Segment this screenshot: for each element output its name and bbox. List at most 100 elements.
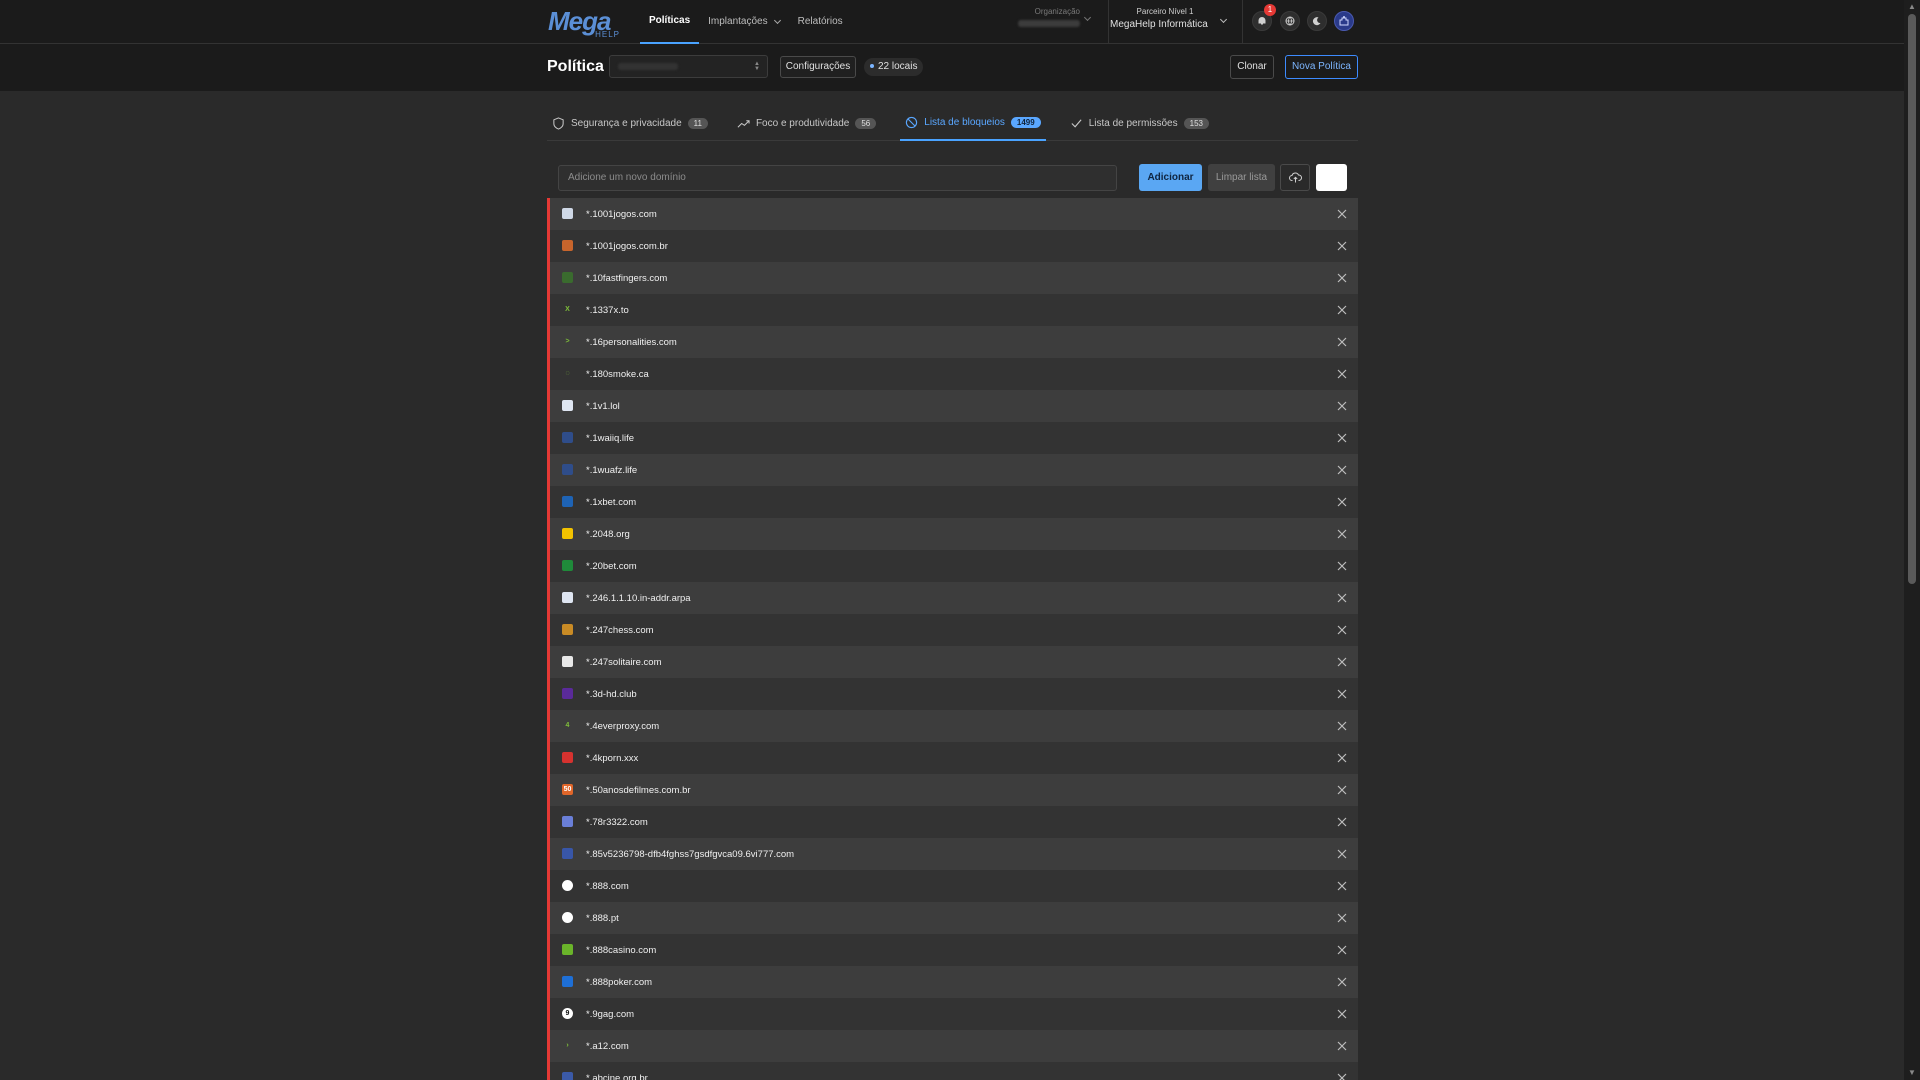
blocklist-row: *.247chess.com: [550, 614, 1358, 646]
tab-lista-permissoes[interactable]: Lista de permissões 153: [1065, 106, 1214, 141]
scroll-up-icon[interactable]: ▲: [1908, 2, 1916, 11]
favicon-icon: ›: [566, 1042, 569, 1049]
blocked-domain: *.1337x.to: [586, 304, 629, 316]
favicon-icon: [562, 496, 573, 507]
configurations-button[interactable]: Configurações: [780, 56, 856, 78]
blocklist-row: *.78r3322.com: [550, 806, 1358, 838]
blocklist-row: *.2048.org: [550, 518, 1358, 550]
remove-domain-icon[interactable]: [1336, 944, 1348, 956]
remove-domain-icon[interactable]: [1336, 720, 1348, 732]
clear-list-button[interactable]: Limpar lista: [1208, 164, 1275, 191]
domain-input[interactable]: Adicione um novo domínio: [558, 165, 1117, 191]
extra-action-button[interactable]: [1316, 164, 1347, 191]
remove-domain-icon[interactable]: [1336, 240, 1348, 252]
tab-seguranca[interactable]: Segurança e privacidade 11: [547, 106, 713, 141]
blocklist-row: > *.16personalities.com: [550, 326, 1358, 358]
remove-domain-icon[interactable]: [1336, 1072, 1348, 1080]
remove-domain-icon[interactable]: [1336, 912, 1348, 924]
nav-implantacoes-label: Implantações: [708, 16, 768, 27]
remove-domain-icon[interactable]: [1336, 432, 1348, 444]
remove-domain-icon[interactable]: [1336, 624, 1348, 636]
blocked-domain: *.3d-hd.club: [586, 688, 637, 700]
scroll-thumb[interactable]: [1908, 14, 1916, 584]
policy-select[interactable]: ▲ ▼: [609, 55, 768, 78]
blocklist-row: *.20bet.com: [550, 550, 1358, 582]
tab-lista-bloqueios[interactable]: Lista de bloqueios 1499: [900, 106, 1046, 141]
remove-domain-icon[interactable]: [1336, 1040, 1348, 1052]
remove-domain-icon[interactable]: [1336, 784, 1348, 796]
remove-domain-icon[interactable]: [1336, 976, 1348, 988]
partner-name: MegaHelp Informática: [1110, 19, 1208, 30]
favicon-icon: [562, 272, 573, 283]
organization-value-redacted: [1018, 20, 1080, 27]
remove-domain-icon[interactable]: [1336, 752, 1348, 764]
blocked-domain: *.10fastfingers.com: [586, 272, 668, 284]
organization-label: Organização: [1034, 7, 1080, 16]
top-navbar: Mega HELP Políticas Implantações Relatór…: [0, 0, 1904, 44]
organization-selector[interactable]: Organização: [1014, 7, 1094, 37]
add-domain-bar: Adicione um novo domínio Adicionar Limpa…: [547, 160, 1358, 197]
blocked-domain: *.1v1.lol: [586, 400, 620, 412]
tab-foco[interactable]: Foco e produtividade 56: [732, 106, 881, 141]
user-avatar[interactable]: [1334, 11, 1354, 31]
language-button[interactable]: [1280, 11, 1300, 31]
nav-implantacoes[interactable]: Implantações: [699, 0, 788, 44]
remove-domain-icon[interactable]: [1336, 688, 1348, 700]
nav-relatorios[interactable]: Relatórios: [789, 0, 852, 44]
blocklist-row: *.888.pt: [550, 902, 1358, 934]
remove-domain-icon[interactable]: [1336, 528, 1348, 540]
favicon-icon: [562, 816, 573, 827]
remove-domain-icon[interactable]: [1336, 272, 1348, 284]
blocklist-row: *.3d-hd.club: [550, 678, 1358, 710]
remove-domain-icon[interactable]: [1336, 1008, 1348, 1020]
clone-button[interactable]: Clonar: [1230, 55, 1274, 79]
page-scrollbar[interactable]: ▲ ▼: [1904, 0, 1920, 1080]
updown-icon: ▲ ▼: [754, 61, 760, 72]
remove-domain-icon[interactable]: [1336, 368, 1348, 380]
remove-domain-icon[interactable]: [1336, 816, 1348, 828]
scroll-down-icon[interactable]: ▼: [1908, 1068, 1916, 1077]
remove-domain-icon[interactable]: [1336, 464, 1348, 476]
megahelp-logo[interactable]: Mega HELP: [546, 4, 622, 40]
blocklist-row: 4 *.4everproxy.com: [550, 710, 1358, 742]
status-dot-icon: [870, 64, 874, 69]
blocked-domain: *.85v5236798-dfb4fghss7gsdfgvca09.6vi777…: [586, 848, 795, 860]
blocklist-row: *.247solitaire.com: [550, 646, 1358, 678]
nav-politicas[interactable]: Políticas: [640, 0, 700, 44]
remove-domain-icon[interactable]: [1336, 208, 1348, 220]
favicon-icon: X: [565, 306, 570, 313]
blocked-domain: *.1001jogos.com.br: [586, 240, 668, 252]
remove-domain-icon[interactable]: [1336, 496, 1348, 508]
blocklist-row: *.888poker.com: [550, 966, 1358, 998]
add-domain-button[interactable]: Adicionar: [1139, 164, 1202, 191]
favicon-icon: [562, 944, 573, 955]
divider: [1108, 0, 1109, 44]
globe-icon: [1285, 16, 1295, 26]
remove-domain-icon[interactable]: [1336, 304, 1348, 316]
remove-domain-icon[interactable]: [1336, 656, 1348, 668]
favicon-icon: [562, 560, 573, 571]
blocked-domain: *.78r3322.com: [586, 816, 648, 828]
favicon-icon: >: [565, 338, 570, 345]
remove-domain-icon[interactable]: [1336, 400, 1348, 412]
block-icon: [906, 116, 918, 129]
new-policy-button[interactable]: Nova Política: [1285, 55, 1358, 79]
upload-button[interactable]: [1280, 164, 1310, 191]
blocked-domain: *.888.com: [586, 880, 629, 892]
policy-header-bar: [0, 44, 1904, 91]
remove-domain-icon[interactable]: [1336, 848, 1348, 860]
blocklist-row: › *.a12.com: [550, 1030, 1358, 1062]
notification-badge: 1: [1264, 4, 1276, 16]
theme-toggle-button[interactable]: [1307, 11, 1327, 31]
remove-domain-icon[interactable]: [1336, 880, 1348, 892]
divider: [1242, 0, 1243, 44]
shield-icon: [553, 117, 564, 130]
blocklist-row: *.888casino.com: [550, 934, 1358, 966]
partner-selector[interactable]: Parceiro Nível 1 MegaHelp Informática: [1110, 7, 1230, 37]
remove-domain-icon[interactable]: [1336, 336, 1348, 348]
avatar-icon: [1339, 16, 1349, 26]
blocklist-row: *.1waiiq.life: [550, 422, 1358, 454]
locais-badge[interactable]: 22 locais: [864, 58, 924, 76]
remove-domain-icon[interactable]: [1336, 560, 1348, 572]
remove-domain-icon[interactable]: [1336, 592, 1348, 604]
